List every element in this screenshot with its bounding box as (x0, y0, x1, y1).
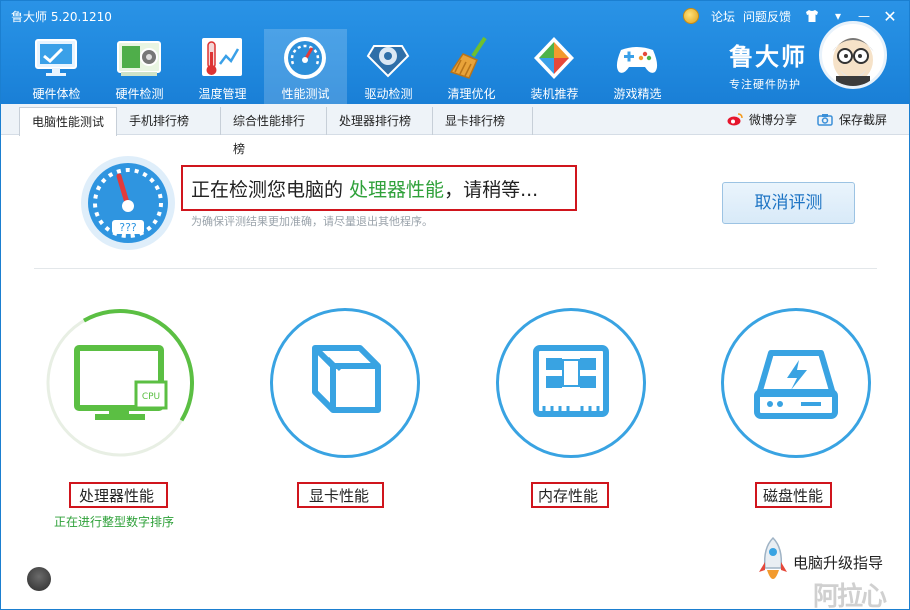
gamepad-icon (616, 47, 658, 73)
toolbar-item-cleanup[interactable]: 清理优化 (430, 29, 513, 104)
top-toolbar-band: 鲁大师 5.20.1210 论坛 问题反馈 ▾ — ✕ 硬件体检 硬件检测 温度… (1, 1, 909, 104)
toolbar-item-temperature[interactable]: 温度管理 (181, 29, 264, 104)
gear-chip-icon (366, 45, 410, 78)
speed-gauge-icon: ??? (81, 156, 175, 250)
perf-item-memory[interactable] (496, 308, 646, 458)
camera-icon (817, 114, 833, 126)
tab-list: 电脑性能测试 手机排行榜 综合性能排行榜 处理器排行榜 显卡排行榜 (19, 107, 533, 156)
weibo-share-button[interactable]: 微博分享 (727, 111, 797, 128)
toolbar-label: 硬件检测 (115, 87, 164, 101)
weibo-icon (727, 113, 743, 126)
monitor-check-icon (35, 39, 77, 76)
toolbar-item-build-recommend[interactable]: 装机推荐 (513, 29, 596, 104)
status-hint: 为确保评测结果更加准确，请尽量退出其他程序。 (191, 215, 433, 228)
tab-pc-performance[interactable]: 电脑性能测试 (19, 107, 117, 136)
mascot-avatar[interactable] (819, 21, 887, 89)
thermometer-icon (202, 38, 242, 76)
perf-item-disk[interactable] (721, 308, 871, 458)
perf-label-disk: 磁盘性能 (763, 487, 824, 505)
perf-status-cpu: 正在进行整型数字排序 (54, 515, 175, 529)
brand: 鲁大师 专注硬件防护 (729, 37, 807, 92)
upgrade-guide-label: 电脑升级指导 (793, 554, 884, 572)
speedometer-icon (284, 37, 326, 79)
toolbar-label: 温度管理 (198, 87, 247, 101)
headline-suffix: ，请稍等... (444, 179, 539, 201)
status-headline: 正在检测您电脑的 处理器性能，请稍等... (191, 175, 538, 202)
toolbar-item-games[interactable]: 游戏精选 (596, 29, 679, 104)
cube-outline-icon (312, 345, 381, 413)
toolbar-label: 游戏精选 (613, 87, 662, 101)
cpu-chip-text: CPU (142, 392, 160, 402)
perf-item-gpu[interactable] (270, 308, 420, 458)
weibo-share-label: 微博分享 (748, 113, 797, 127)
broom-icon (449, 36, 487, 79)
mascot-small-icon[interactable] (27, 567, 51, 591)
headline-prefix: 正在检测您电脑的 (191, 179, 350, 201)
tab-actions: 微博分享 保存截屏 (727, 111, 887, 128)
medal-icon[interactable] (682, 8, 699, 24)
circuit-board-icon (117, 41, 161, 76)
cube-icon (534, 37, 574, 79)
tab-cpu-ranking[interactable]: 处理器排行榜 (327, 107, 433, 135)
save-screenshot-label: 保存截屏 (838, 113, 887, 127)
toolbar-label: 装机推荐 (530, 87, 579, 101)
perf-label-memory: 内存性能 (538, 487, 599, 505)
app-title: 鲁大师 5.20.1210 (11, 10, 112, 24)
toolbar-label: 清理优化 (447, 87, 496, 101)
brand-slogan: 专注硬件防护 (729, 78, 801, 91)
divider (34, 268, 877, 269)
shirt-icon[interactable] (799, 5, 825, 27)
hard-drive-icon (754, 350, 838, 419)
toolbar-label: 硬件体检 (32, 87, 81, 101)
toolbar-label: 性能测试 (281, 87, 330, 101)
tab-phone-ranking[interactable]: 手机排行榜 (117, 107, 221, 135)
rocket-icon (759, 536, 787, 579)
perf-item-cpu[interactable]: CPU (45, 308, 195, 458)
toolbar-item-hardware-checkup[interactable]: 硬件体检 (15, 29, 98, 104)
toolbar-item-hardware-detect[interactable]: 硬件检测 (98, 29, 181, 104)
gauge-readout: ??? (119, 221, 137, 234)
cancel-test-button[interactable]: 取消评测 (722, 182, 855, 224)
brand-name: 鲁大师 (729, 43, 807, 71)
perf-label-gpu: 显卡性能 (309, 487, 370, 505)
close-button[interactable]: ✕ (877, 5, 903, 27)
main-toolbar: 硬件体检 硬件检测 温度管理 性能测试 驱动检测 清理优化 装机推荐 游戏精选 (15, 29, 679, 104)
titlebar-controls: 论坛 问题反馈 ▾ — ✕ (682, 5, 903, 27)
tab-overall-ranking[interactable]: 综合性能排行榜 (221, 107, 327, 156)
app-window: 鲁大师 5.20.1210 论坛 问题反馈 ▾ — ✕ 硬件体检 硬件检测 温度… (0, 0, 910, 610)
memory-chip-icon (533, 345, 609, 417)
mascot-face-icon (832, 38, 874, 86)
toolbar-item-driver[interactable]: 驱动检测 (347, 29, 430, 104)
sub-tab-bar: 电脑性能测试 手机排行榜 综合性能排行榜 处理器排行榜 显卡排行榜 微博分享 保… (1, 104, 909, 156)
feedback-link[interactable]: 问题反馈 (743, 8, 791, 25)
headline-highlight: 处理器性能 (349, 179, 445, 201)
monitor-cpu-icon: CPU (74, 345, 168, 420)
forum-link[interactable]: 论坛 (711, 8, 735, 25)
toolbar-item-performance[interactable]: 性能测试 (264, 29, 347, 104)
tab-gpu-ranking[interactable]: 显卡排行榜 (433, 107, 533, 135)
perf-label-cpu: 处理器性能 (79, 487, 155, 505)
watermark: 阿拉心 (813, 582, 887, 610)
save-screenshot-button[interactable]: 保存截屏 (817, 111, 887, 128)
toolbar-label: 驱动检测 (364, 87, 413, 101)
